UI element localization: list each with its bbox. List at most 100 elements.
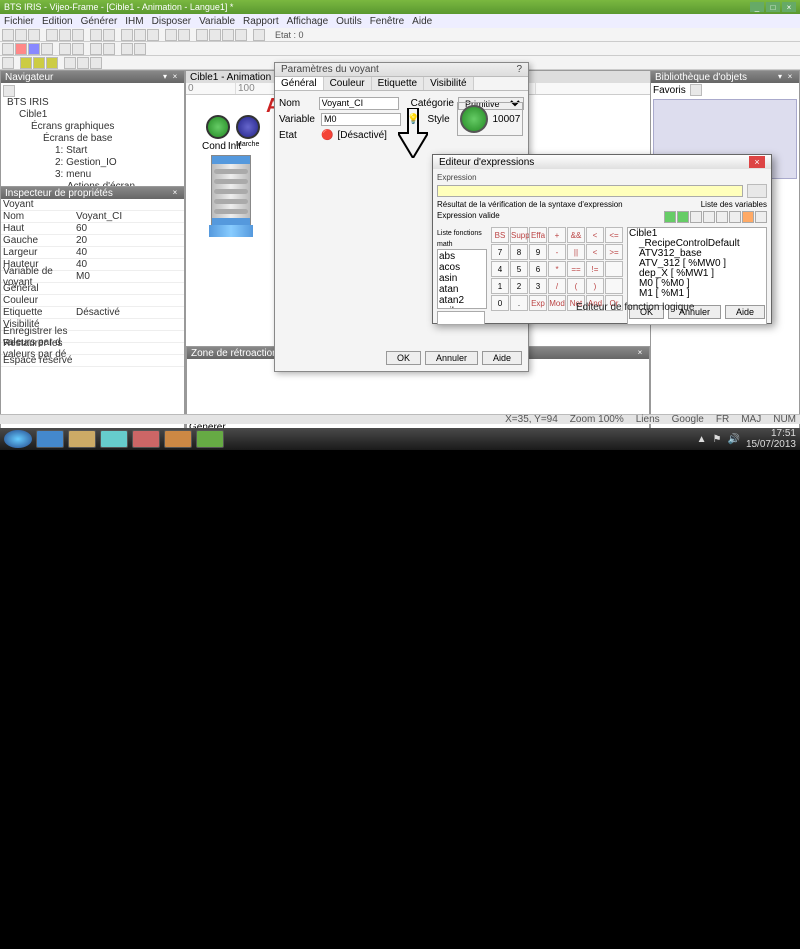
tree-item[interactable]: 2: Gestion_IO	[3, 157, 182, 169]
prop-val[interactable]: M0	[76, 271, 184, 282]
toolbar-build-icon[interactable]	[121, 29, 133, 41]
help-button[interactable]: Aide	[725, 305, 765, 319]
menu-aide[interactable]: Aide	[412, 16, 432, 27]
func-item[interactable]: acos	[439, 262, 485, 273]
lamp-green[interactable]	[206, 115, 230, 139]
toolbar2-img-icon[interactable]	[72, 43, 84, 55]
calc-key[interactable]: <=	[605, 227, 623, 243]
expr-browse-icon[interactable]	[747, 184, 767, 198]
bottle-graphic[interactable]	[211, 155, 251, 255]
func-item[interactable]: asin	[439, 273, 485, 284]
func-item[interactable]: ceil	[439, 306, 485, 309]
calc-key[interactable]: /	[548, 278, 566, 294]
task-chrome-icon[interactable]	[132, 430, 160, 448]
tree-item[interactable]: Écrans de base	[3, 133, 182, 145]
menu-generer[interactable]: Générer	[81, 16, 118, 27]
minimize-button[interactable]: _	[750, 2, 764, 12]
calc-key[interactable]: 3	[529, 278, 547, 294]
func-list[interactable]: absacosasinatanatan2ceil	[437, 249, 487, 309]
start-button[interactable]	[4, 430, 32, 448]
calc-key[interactable]: BS	[491, 227, 509, 243]
library-home-icon[interactable]	[690, 84, 702, 96]
toolbar-new-icon[interactable]	[2, 29, 14, 41]
calc-key[interactable]: <	[586, 227, 604, 243]
toolbar-paste-icon[interactable]	[72, 29, 84, 41]
expr-input[interactable]	[437, 185, 743, 197]
toolbar2-select-icon[interactable]	[2, 43, 14, 55]
toolbar3-switch-icon[interactable]	[46, 57, 58, 69]
calc-key[interactable]: &&	[567, 227, 585, 243]
calc-key[interactable]: 7	[491, 244, 509, 260]
toolbar2-text-icon[interactable]	[59, 43, 71, 55]
var-input[interactable]	[321, 113, 401, 126]
task-app-icon[interactable]	[164, 430, 192, 448]
func-item[interactable]: atan2	[439, 295, 485, 306]
toolbar-x-icon[interactable]	[165, 29, 177, 41]
toolbar2-align-icon[interactable]	[121, 43, 133, 55]
toolbar-arrow-up-icon[interactable]	[222, 29, 234, 41]
toolbar2-ungroup-icon[interactable]	[103, 43, 115, 55]
dlg-tab-etiquette[interactable]: Etiquette	[372, 77, 424, 90]
ok-button[interactable]: OK	[386, 351, 421, 365]
tool-icon[interactable]	[742, 211, 754, 223]
calc-key[interactable]: 6	[529, 261, 547, 277]
menu-variable[interactable]: Variable	[199, 16, 235, 27]
calc-key[interactable]: !=	[586, 261, 604, 277]
close-button[interactable]: ×	[782, 2, 796, 12]
tree-root[interactable]: BTS IRIS	[3, 97, 182, 109]
menu-rapport[interactable]: Rapport	[243, 16, 279, 27]
menu-fenetre[interactable]: Fenêtre	[370, 16, 404, 27]
panel-pin-icon[interactable]: ▾	[160, 72, 170, 82]
dialog-help-icon[interactable]: ?	[516, 64, 522, 75]
close-button[interactable]: ×	[749, 156, 765, 168]
calc-key[interactable]: >=	[605, 244, 623, 260]
calc-key[interactable]: -	[548, 244, 566, 260]
tree-item[interactable]: Cible1	[3, 109, 182, 121]
prop-val[interactable]: 40	[76, 247, 184, 258]
task-vijeo-icon[interactable]	[196, 430, 224, 448]
prop-val[interactable]: 60	[76, 223, 184, 234]
toolbar3-meter-icon[interactable]	[64, 57, 76, 69]
toolbar3-pointer-icon[interactable]	[2, 57, 14, 69]
task-wifi-icon[interactable]	[100, 430, 128, 448]
toolbar3-button-icon[interactable]	[33, 57, 45, 69]
tree-item[interactable]: Écrans graphiques	[3, 121, 182, 133]
calc-key[interactable]: 8	[510, 244, 528, 260]
etat-icon[interactable]: 🔴	[321, 130, 333, 141]
toolbar-copy-icon[interactable]	[59, 29, 71, 41]
tool-icon[interactable]	[729, 211, 741, 223]
tool-icon[interactable]	[716, 211, 728, 223]
calc-key[interactable]: <	[586, 244, 604, 260]
panel-close-icon[interactable]: ×	[170, 188, 180, 198]
calc-key[interactable]: +	[548, 227, 566, 243]
tray-flag-icon[interactable]: ▲	[697, 434, 707, 445]
prop-val[interactable]: Désactivé	[76, 307, 184, 318]
dlg-tab-couleur[interactable]: Couleur	[324, 77, 372, 90]
toolbar-run-icon[interactable]	[134, 29, 146, 41]
prop-val[interactable]: 40	[76, 259, 184, 270]
calc-key[interactable]: Effa	[529, 227, 547, 243]
toolbar-open-icon[interactable]	[15, 29, 27, 41]
panel-pin-icon[interactable]: ▾	[775, 72, 785, 82]
dlg-tab-general[interactable]: Général	[275, 77, 324, 90]
toolbar-undo-icon[interactable]	[90, 29, 102, 41]
task-ie-icon[interactable]	[36, 430, 64, 448]
filter-icon[interactable]	[664, 211, 676, 223]
calc-key[interactable]: 5	[510, 261, 528, 277]
toolbar3-lamp-icon[interactable]	[20, 57, 32, 69]
tray-net-icon[interactable]: ⚑	[713, 434, 722, 445]
menu-edition[interactable]: Edition	[42, 16, 73, 27]
calc-key[interactable]: )	[586, 278, 604, 294]
menu-outils[interactable]: Outils	[336, 16, 362, 27]
calc-key[interactable]: 4	[491, 261, 509, 277]
prop-val[interactable]: Voyant_CI	[76, 211, 184, 222]
toolbar-arrow-right-icon[interactable]	[209, 29, 221, 41]
menu-ihm[interactable]: IHM	[125, 16, 143, 27]
toolbar-stop-icon[interactable]	[147, 29, 159, 41]
toolbar-redo-icon[interactable]	[103, 29, 115, 41]
tool-icon[interactable]	[703, 211, 715, 223]
calc-key[interactable]	[605, 261, 623, 277]
toolbar2-group-icon[interactable]	[90, 43, 102, 55]
calc-key[interactable]: *	[548, 261, 566, 277]
tray-sound-icon[interactable]: 🔊	[727, 434, 739, 445]
